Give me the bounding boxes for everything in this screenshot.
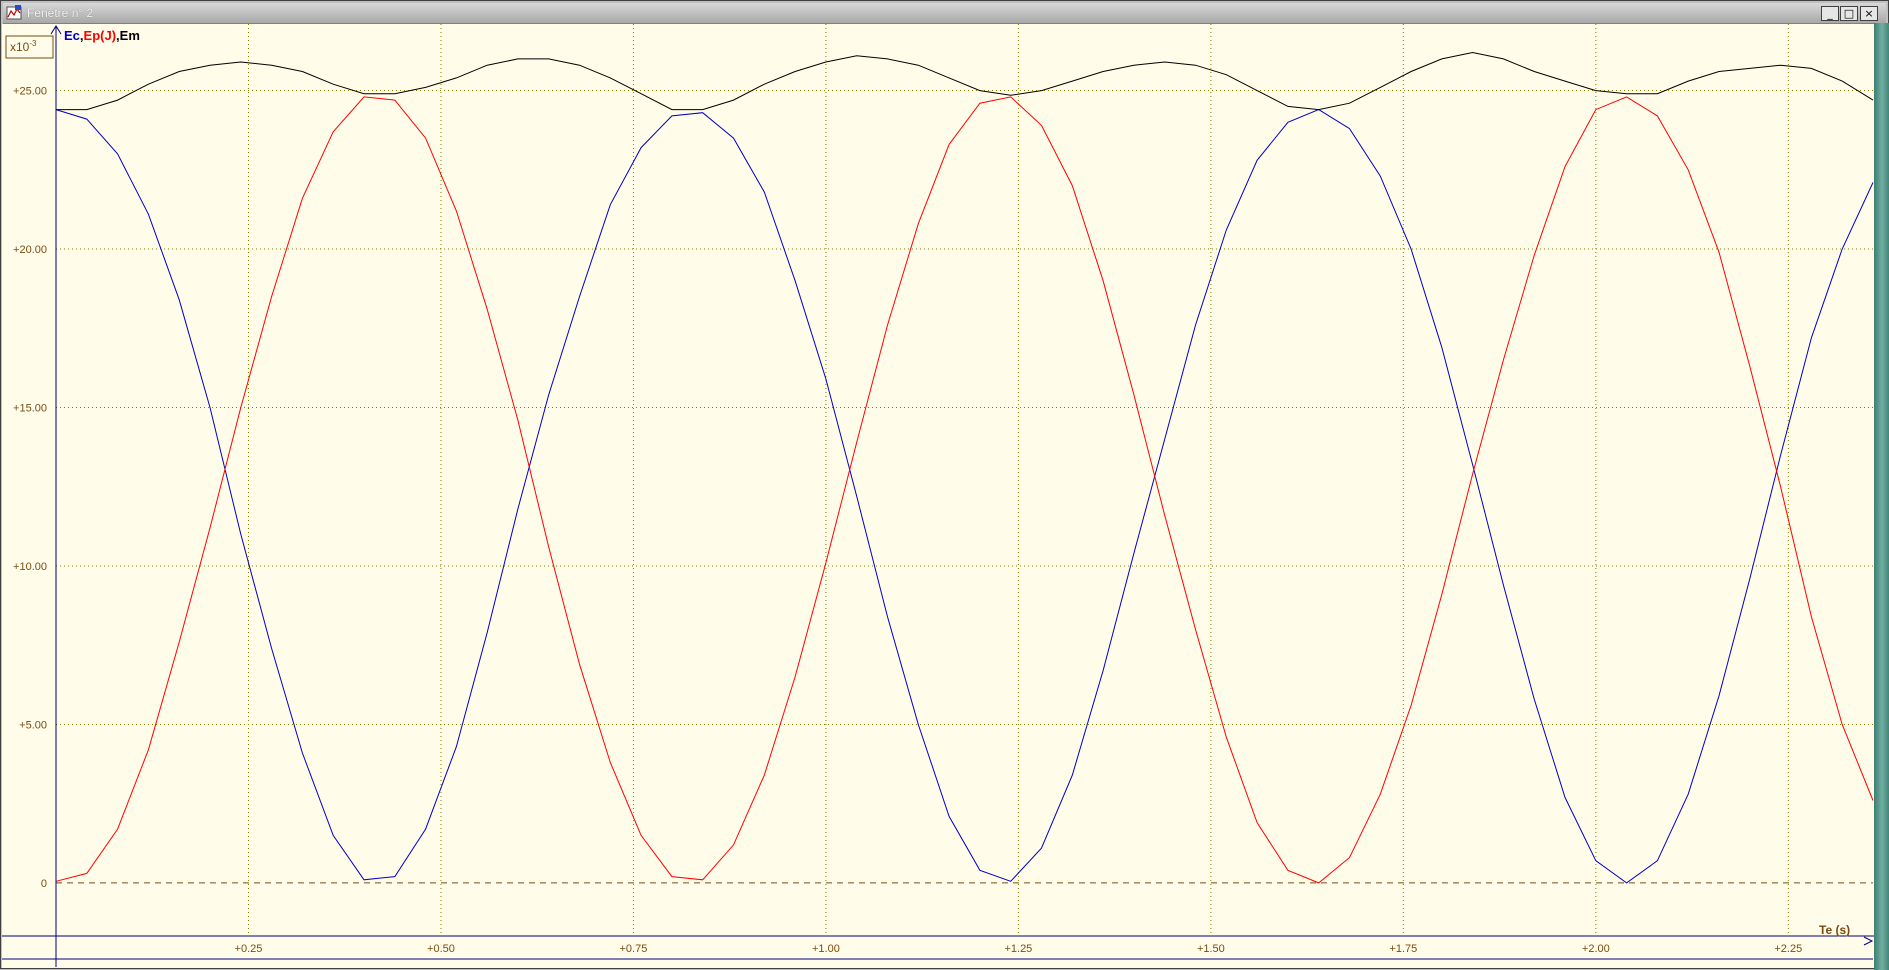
y-tick-label: +15.00 [13,403,47,415]
x-tick-label: +1.25 [1004,943,1032,955]
y-tick-label: 0 [41,878,47,890]
x-tick-label: +0.25 [235,943,263,955]
x-tick-label: +1.00 [812,943,840,955]
legend-entry: Ec [64,28,80,43]
legend-entry: ,Em [116,28,140,43]
x-tick-label: +2.25 [1774,943,1802,955]
y-tick-label: +25.00 [13,86,47,98]
y-tick-label: +5.00 [19,719,47,731]
x-tick-label: +1.75 [1389,943,1417,955]
x-tick-label: +2.00 [1582,943,1610,955]
window-edge-strip [1874,23,1889,970]
legend-entry: Ep(J) [84,28,117,43]
x-tick-label: +0.75 [620,943,648,955]
x-tick-label: +0.50 [427,943,455,955]
window-frame: Fenêtre n° 2 _ □ × +0.25 +0.50 +0.75 +1.00 +… [0,0,1889,970]
y-tick-label: +20.00 [13,244,47,256]
legend: Ec,Ep(J),Em [64,28,140,43]
plot-background [2,24,1874,968]
chart[interactable]: +0.25 +0.50 +0.75 +1.00 +1.25 +1.50 +1.75 +2.00… [1,1,1889,970]
x-axis-label: Te (s) [1819,923,1850,937]
y-tick-label: +10.00 [13,561,47,573]
x-tick-label: +1.50 [1197,943,1225,955]
